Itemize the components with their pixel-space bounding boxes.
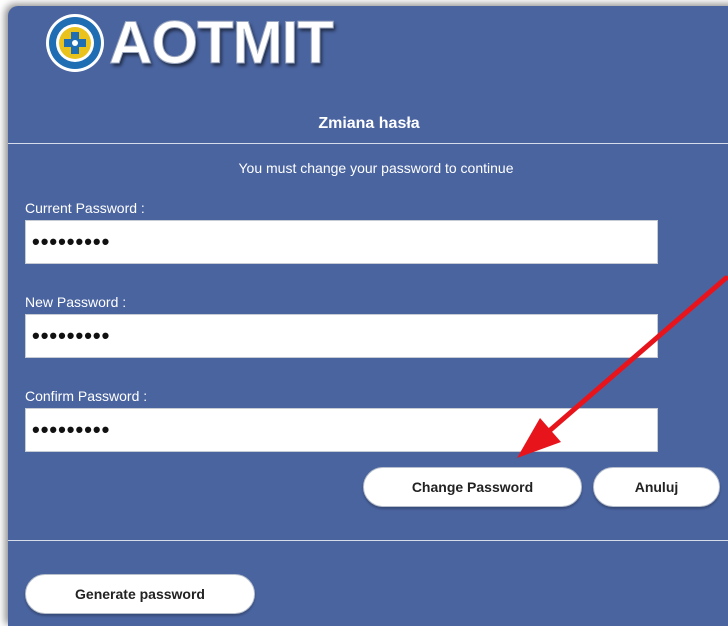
current-password-label: Current Password : [25,200,145,216]
confirm-password-input[interactable] [25,408,658,452]
brand-name: AOTMIT [109,9,335,76]
title-divider [8,143,728,144]
confirm-password-label: Confirm Password : [25,388,148,404]
brand-logo: AOTMIT [44,9,335,76]
footer-divider [8,540,728,541]
generate-password-button[interactable]: Generate password [25,574,255,614]
new-password-label: New Password : [25,294,127,310]
new-password-input[interactable] [25,314,658,358]
current-password-input[interactable] [25,220,658,264]
form-message: You must change your password to continu… [238,160,514,176]
aotmit-seal-icon [46,14,104,72]
change-password-button[interactable]: Change Password [363,467,582,507]
form-title: Zmiana hasła [318,115,420,132]
cancel-button[interactable]: Anuluj [593,467,720,507]
